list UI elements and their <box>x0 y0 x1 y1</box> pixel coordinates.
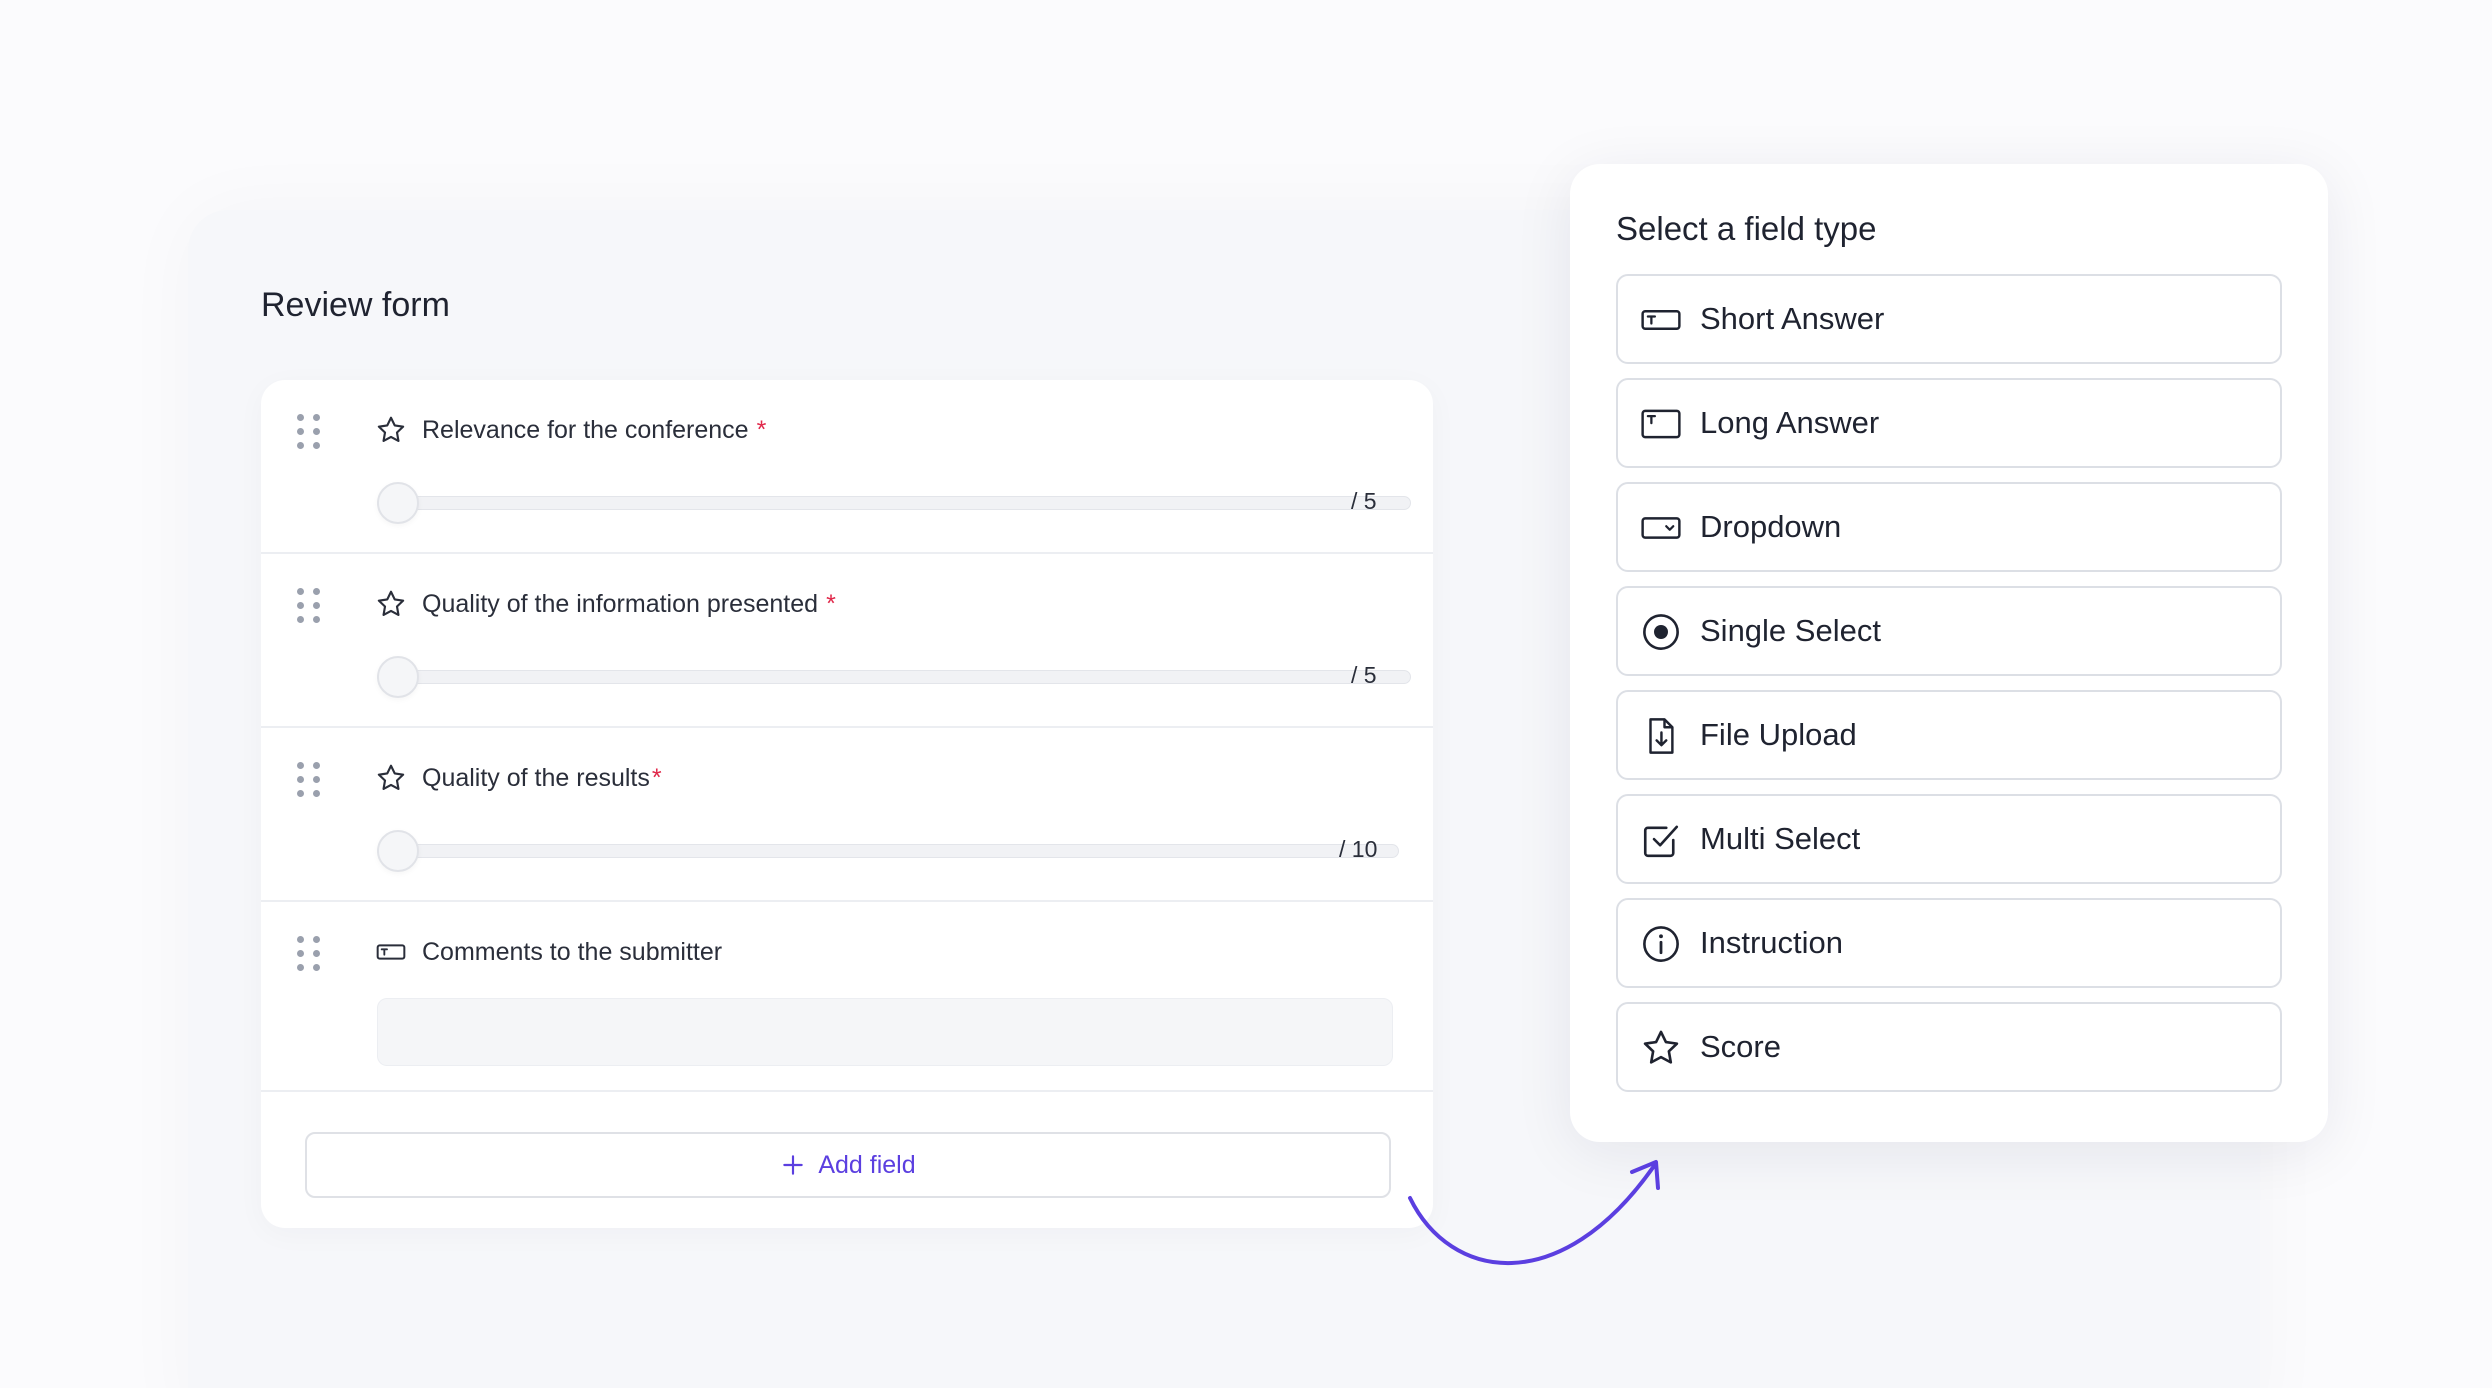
score-max-label: / 10 <box>1339 836 1378 862</box>
field-type-instruction[interactable]: Instruction <box>1616 898 2282 988</box>
field-type-label: Single Select <box>1700 613 1881 648</box>
score-max-label: / 5 <box>1351 662 1377 688</box>
required-marker: * <box>756 416 767 444</box>
drag-handle-icon[interactable] <box>297 936 321 972</box>
field-label: Quality of the results* <box>422 764 662 792</box>
review-form-card: Relevance for the conference * / 5 Qualit… <box>261 380 1433 1228</box>
file-upload-icon <box>1649 718 1674 754</box>
required-marker: * <box>651 764 662 792</box>
radio-icon <box>1643 614 1679 650</box>
field-type-label: Dropdown <box>1700 509 1842 544</box>
form-field-row[interactable]: Comments to the submitter <box>261 902 1433 1092</box>
field-label: Quality of the information presented * <box>422 590 836 618</box>
field-type-label: File Upload <box>1700 717 1857 752</box>
star-icon <box>377 590 405 616</box>
form-field-row[interactable]: Quality of the information presented * / … <box>261 554 1433 728</box>
short-answer-icon <box>1641 310 1681 330</box>
field-type-label: Score <box>1700 1029 1781 1064</box>
required-marker: * <box>826 590 836 618</box>
field-type-panel: Select a field type Short Answer Long An… <box>1570 164 2328 1142</box>
star-icon <box>377 416 405 442</box>
form-field-row[interactable]: Relevance for the conference * / 5 <box>261 380 1433 554</box>
field-type-long-answer[interactable]: Long Answer <box>1616 378 2282 468</box>
field-type-file-upload[interactable]: File Upload <box>1616 690 2282 780</box>
score-slider-track[interactable] <box>377 496 1411 510</box>
score-slider-thumb[interactable] <box>377 830 419 872</box>
field-type-score[interactable]: Score <box>1616 1002 2282 1092</box>
field-type-label: Instruction <box>1700 925 1844 960</box>
star-icon <box>1643 1030 1679 1064</box>
score-slider-track[interactable] <box>377 844 1399 858</box>
short-answer-icon <box>376 944 406 960</box>
field-type-single-select[interactable]: Single Select <box>1616 586 2282 676</box>
add-field-label: Add field <box>818 1150 916 1179</box>
score-slider-thumb[interactable] <box>377 482 419 524</box>
score-max-label: / 5 <box>1351 488 1377 514</box>
star-icon <box>377 764 405 790</box>
field-type-label: Long Answer <box>1700 405 1880 440</box>
field-type-dropdown[interactable]: Dropdown <box>1616 482 2282 572</box>
stage: Review form Relevance for the conference… <box>0 0 2492 1388</box>
field-type-panel-title: Select a field type <box>1616 210 1877 247</box>
page-title: Review form <box>261 286 450 324</box>
score-slider-thumb[interactable] <box>377 656 419 698</box>
form-field-row[interactable]: Quality of the results* / 10 <box>261 728 1433 902</box>
dropdown-icon <box>1641 517 1681 539</box>
info-icon <box>1643 926 1679 962</box>
curved-arrow-icon <box>1408 1160 1660 1265</box>
drag-handle-icon[interactable] <box>297 762 321 798</box>
checkbox-icon <box>1643 825 1679 858</box>
drag-handle-icon[interactable] <box>297 414 321 450</box>
field-type-short-answer[interactable]: Short Answer <box>1616 274 2282 364</box>
field-label: Comments to the submitter <box>422 938 723 966</box>
field-label: Relevance for the conference * <box>422 416 767 444</box>
field-type-label: Short Answer <box>1700 301 1885 336</box>
field-type-label: Multi Select <box>1700 821 1861 856</box>
long-answer-icon <box>1641 409 1681 439</box>
comments-textarea[interactable] <box>377 998 1393 1066</box>
field-type-multi-select[interactable]: Multi Select <box>1616 794 2282 884</box>
drag-handle-icon[interactable] <box>297 588 321 624</box>
plus-icon <box>783 1155 804 1175</box>
score-slider-track[interactable] <box>377 670 1411 684</box>
add-field-button[interactable]: Add field <box>305 1132 1391 1198</box>
